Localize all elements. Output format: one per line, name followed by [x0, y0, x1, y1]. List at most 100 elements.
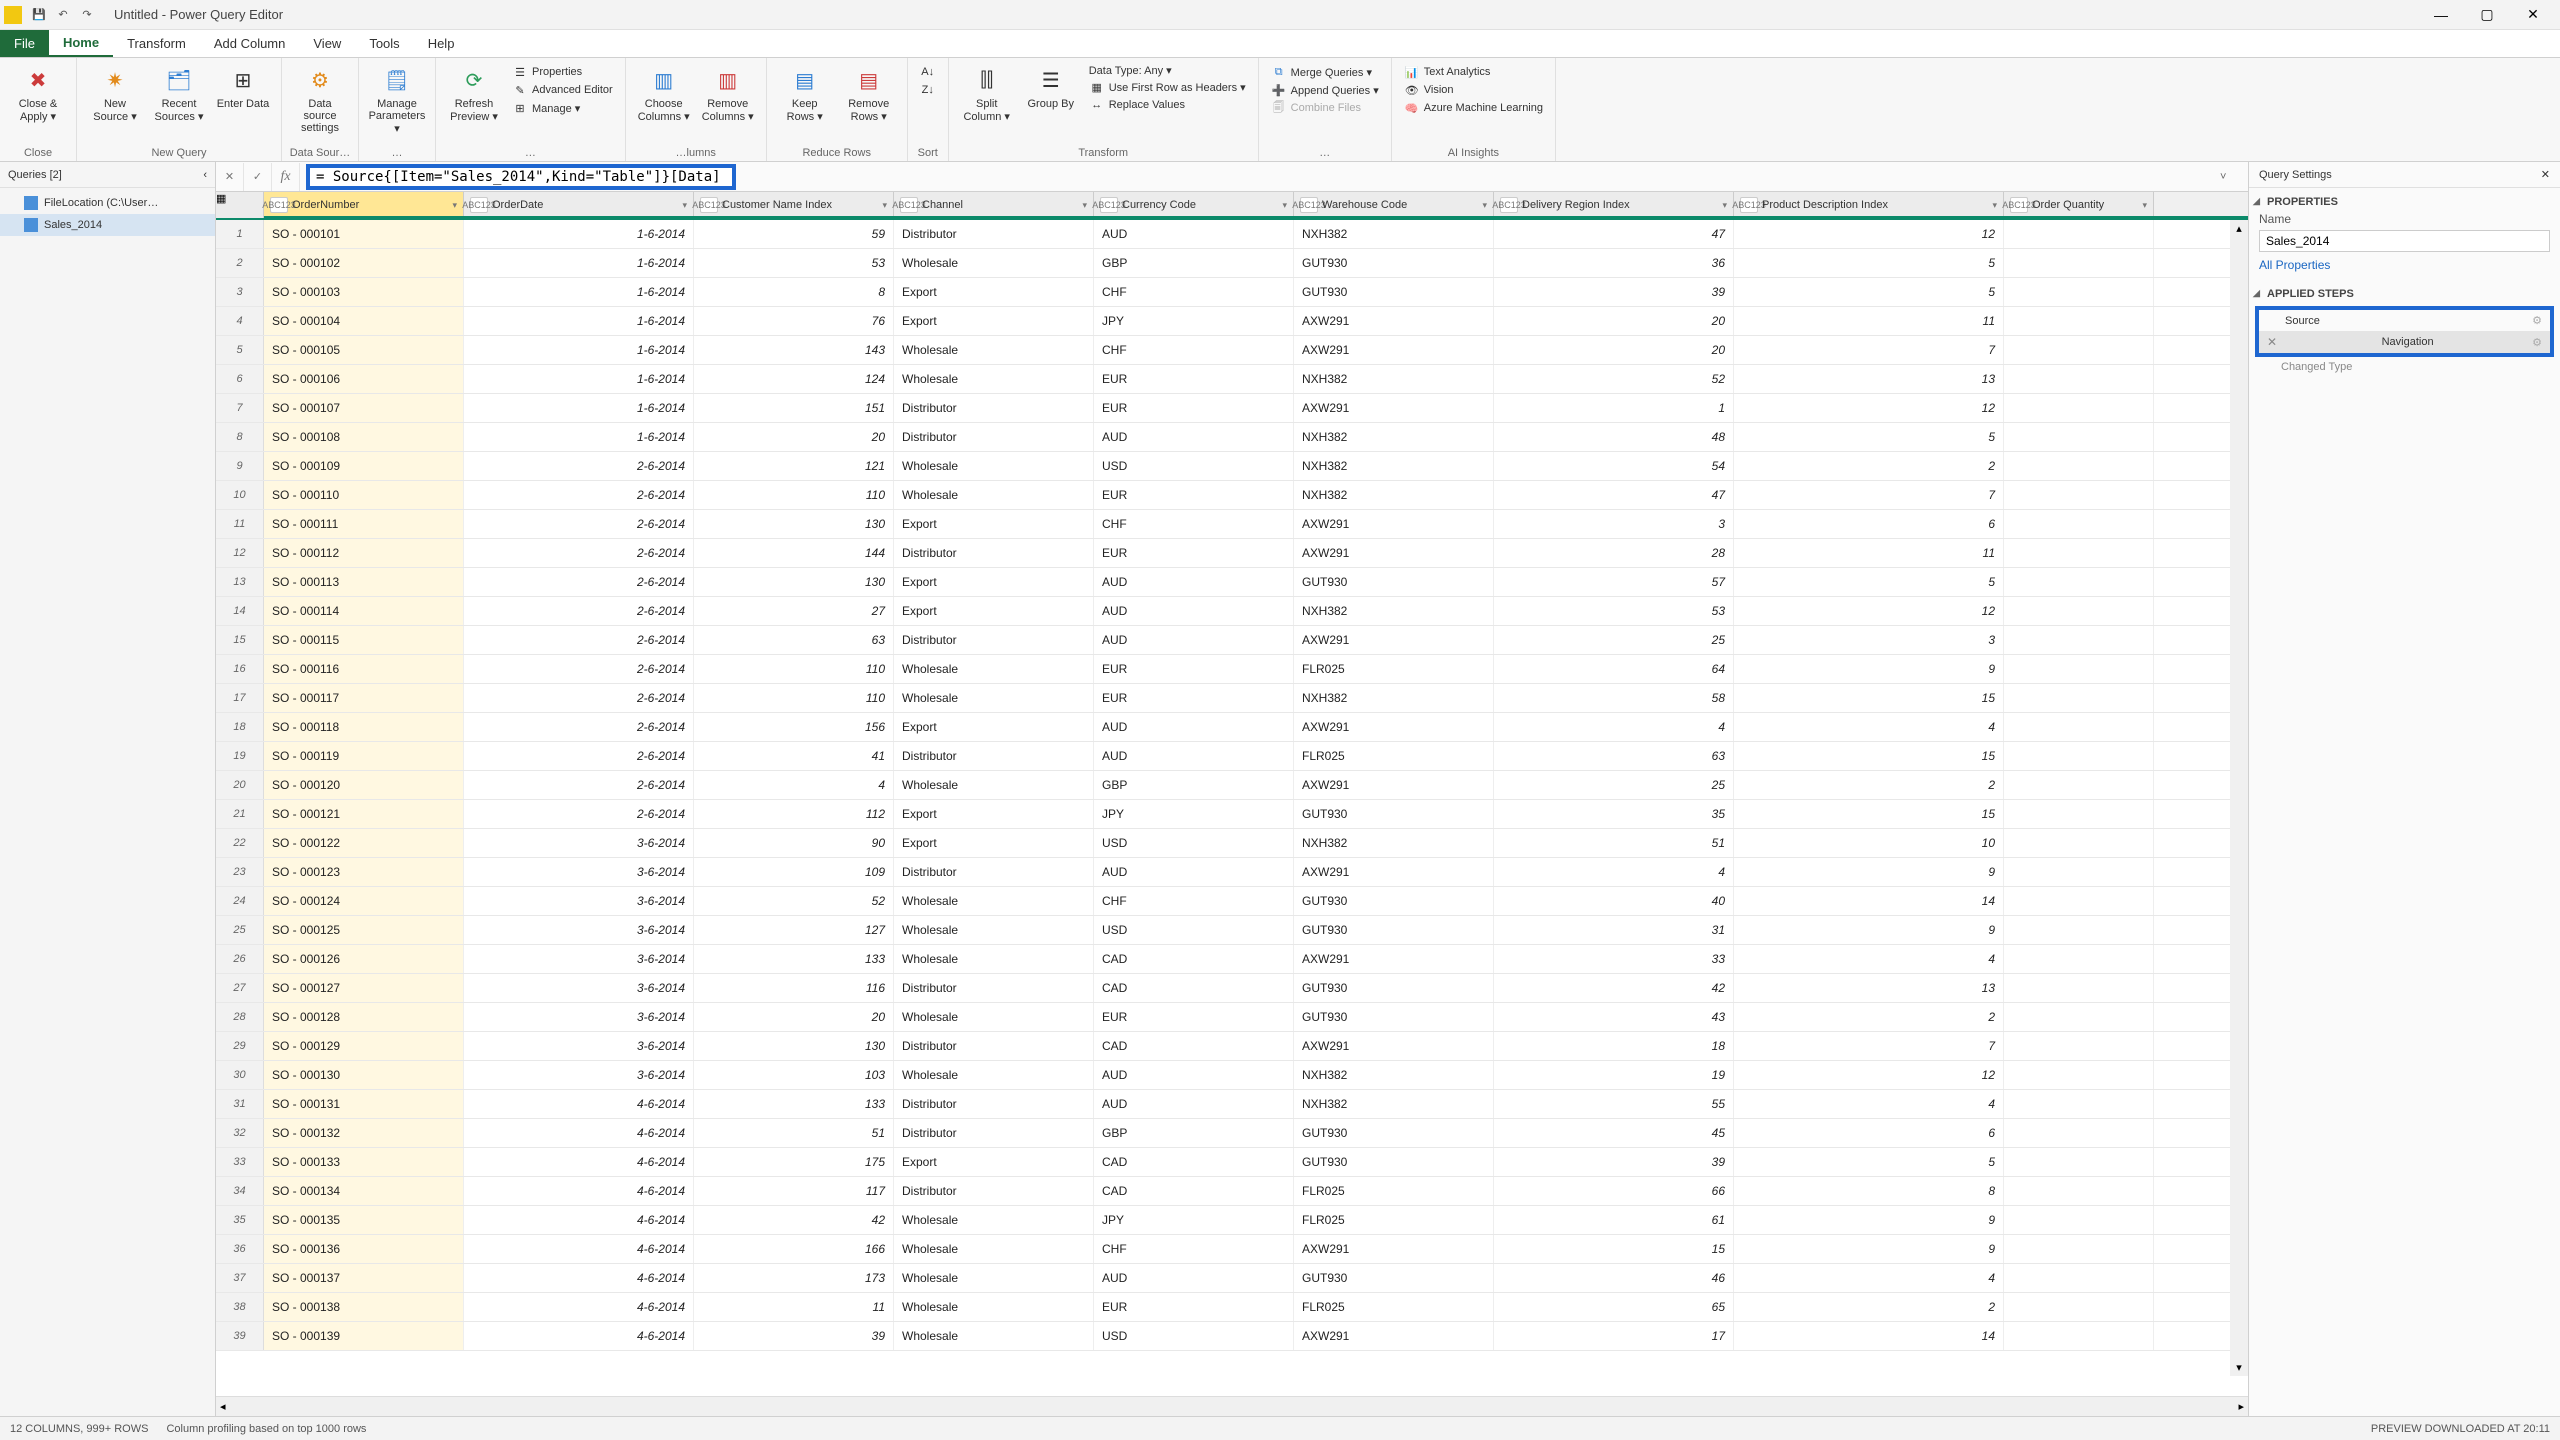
properties-button[interactable]: ☰Properties	[512, 64, 613, 80]
cell[interactable]: Distributor	[894, 539, 1094, 567]
cell[interactable]: SO - 000117	[264, 684, 464, 712]
cell[interactable]: NXH382	[1294, 597, 1494, 625]
cell[interactable]: AXW291	[1294, 394, 1494, 422]
cell[interactable]: AXW291	[1294, 336, 1494, 364]
cell[interactable]: 2-6-2014	[464, 742, 694, 770]
cell[interactable]: Export	[894, 829, 1094, 857]
cell[interactable]: EUR	[1094, 394, 1294, 422]
enter-data-button[interactable]: ⊞Enter Data	[211, 62, 275, 112]
close-button[interactable]: ✕	[2510, 0, 2556, 30]
cell[interactable]: 14	[1734, 1322, 2004, 1350]
row-number[interactable]: 2	[216, 249, 264, 277]
cell[interactable]: 112	[694, 800, 894, 828]
cell[interactable]	[2004, 307, 2154, 335]
cell[interactable]: SO - 000119	[264, 742, 464, 770]
cell[interactable]	[2004, 887, 2154, 915]
table-row[interactable]: 35SO - 0001354-6-201442WholesaleJPYFLR02…	[216, 1206, 2248, 1235]
cell[interactable]: SO - 000135	[264, 1206, 464, 1234]
tab-add-column[interactable]: Add Column	[200, 30, 300, 57]
column-header[interactable]: ABC123OrderDate▾	[464, 192, 694, 218]
cell[interactable]: 11	[1734, 307, 2004, 335]
cell[interactable]	[2004, 626, 2154, 654]
cell[interactable]: 33	[1494, 945, 1734, 973]
cell[interactable]: NXH382	[1294, 829, 1494, 857]
cell[interactable]: 1-6-2014	[464, 423, 694, 451]
cell[interactable]	[2004, 1119, 2154, 1147]
cell[interactable]: 166	[694, 1235, 894, 1263]
cell[interactable]: CAD	[1094, 945, 1294, 973]
cell[interactable]: 121	[694, 452, 894, 480]
cell[interactable]: 61	[1494, 1206, 1734, 1234]
refresh-preview-button[interactable]: ⟳Refresh Preview ▾	[442, 62, 506, 125]
cell[interactable]: 2-6-2014	[464, 452, 694, 480]
cell[interactable]: SO - 000106	[264, 365, 464, 393]
cell[interactable]: SO - 000113	[264, 568, 464, 596]
cell[interactable]: Wholesale	[894, 1003, 1094, 1031]
cell[interactable]	[2004, 1322, 2154, 1350]
cell[interactable]: 4-6-2014	[464, 1264, 694, 1292]
manage-button[interactable]: ⊞Manage ▾	[512, 100, 613, 116]
table-row[interactable]: 14SO - 0001142-6-201427ExportAUDNXH38253…	[216, 597, 2248, 626]
cell[interactable]: NXH382	[1294, 684, 1494, 712]
cell[interactable]: Export	[894, 568, 1094, 596]
cell[interactable]: SO - 000110	[264, 481, 464, 509]
cell[interactable]: FLR025	[1294, 742, 1494, 770]
row-number[interactable]: 22	[216, 829, 264, 857]
cell[interactable]: 14	[1734, 887, 2004, 915]
group-by-button[interactable]: ☰Group By	[1019, 62, 1083, 112]
cell[interactable]: 2-6-2014	[464, 597, 694, 625]
table-row[interactable]: 32SO - 0001324-6-201451DistributorGBPGUT…	[216, 1119, 2248, 1148]
cell[interactable]: NXH382	[1294, 452, 1494, 480]
cell[interactable]: 10	[1734, 829, 2004, 857]
cell[interactable]	[2004, 1264, 2154, 1292]
cell[interactable]: 5	[1734, 423, 2004, 451]
cell[interactable]: 124	[694, 365, 894, 393]
cell[interactable]: AXW291	[1294, 539, 1494, 567]
cell[interactable]: 17	[1494, 1322, 1734, 1350]
table-row[interactable]: 17SO - 0001172-6-2014110WholesaleEURNXH3…	[216, 684, 2248, 713]
cell[interactable]: 20	[694, 1003, 894, 1031]
cell[interactable]: 109	[694, 858, 894, 886]
cell[interactable]: Wholesale	[894, 1235, 1094, 1263]
cell[interactable]: 13	[1734, 365, 2004, 393]
cell[interactable]: SO - 000127	[264, 974, 464, 1002]
cell[interactable]: 47	[1494, 481, 1734, 509]
cell[interactable]: AXW291	[1294, 1032, 1494, 1060]
formula-input[interactable]: = Source{[Item="Sales_2014",Kind="Table"…	[306, 164, 736, 190]
table-row[interactable]: 16SO - 0001162-6-2014110WholesaleEURFLR0…	[216, 655, 2248, 684]
cell[interactable]: EUR	[1094, 481, 1294, 509]
cell[interactable]: 9	[1734, 1235, 2004, 1263]
vertical-scrollbar[interactable]: ▴▾	[2230, 220, 2248, 1376]
table-row[interactable]: 8SO - 0001081-6-201420DistributorAUDNXH3…	[216, 423, 2248, 452]
cell[interactable]: Export	[894, 800, 1094, 828]
cell[interactable]: SO - 000129	[264, 1032, 464, 1060]
cell[interactable]: 40	[1494, 887, 1734, 915]
cell[interactable]: 12	[1734, 394, 2004, 422]
cell[interactable]: CAD	[1094, 974, 1294, 1002]
redo-icon[interactable]: ↷	[78, 6, 96, 24]
cell[interactable]: NXH382	[1294, 423, 1494, 451]
cell[interactable]: Distributor	[894, 1090, 1094, 1118]
cell[interactable]: FLR025	[1294, 1177, 1494, 1205]
cell[interactable]: 2-6-2014	[464, 771, 694, 799]
table-row[interactable]: 34SO - 0001344-6-2014117DistributorCADFL…	[216, 1177, 2248, 1206]
row-number[interactable]: 16	[216, 655, 264, 683]
expand-formula-icon[interactable]: ˅	[2220, 171, 2242, 183]
cell[interactable]: SO - 000124	[264, 887, 464, 915]
cell[interactable]: Distributor	[894, 742, 1094, 770]
cell[interactable]: GBP	[1094, 249, 1294, 277]
cell[interactable]: 133	[694, 945, 894, 973]
cell[interactable]: Wholesale	[894, 452, 1094, 480]
sort-desc-button[interactable]: Z↓	[920, 82, 936, 98]
row-number[interactable]: 32	[216, 1119, 264, 1147]
cell[interactable]: GUT930	[1294, 887, 1494, 915]
cell[interactable]	[2004, 249, 2154, 277]
cell[interactable]	[2004, 423, 2154, 451]
cell[interactable]: Export	[894, 713, 1094, 741]
cell[interactable]: Wholesale	[894, 771, 1094, 799]
cell[interactable]: 76	[694, 307, 894, 335]
gear-icon[interactable]: ⚙	[2532, 336, 2542, 349]
cell[interactable]: 5	[1734, 278, 2004, 306]
cell[interactable]: SO - 000120	[264, 771, 464, 799]
cell[interactable]: 3-6-2014	[464, 829, 694, 857]
